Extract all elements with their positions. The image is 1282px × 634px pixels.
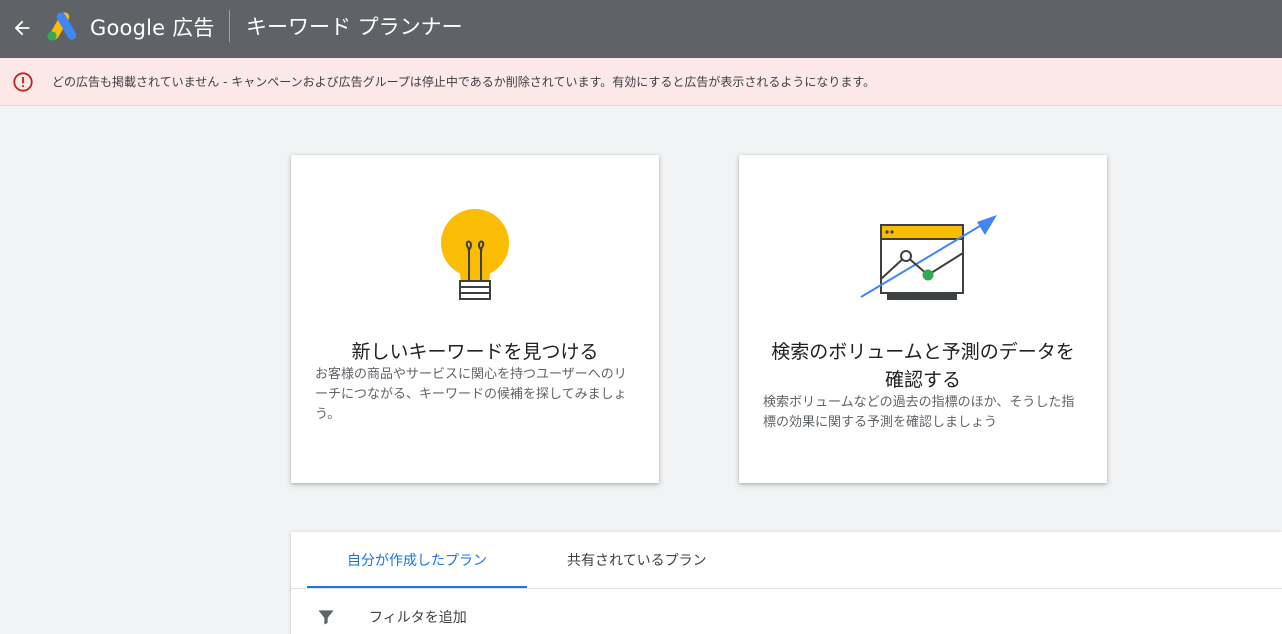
plans-panel: 自分が作成したプラン 共有されているプラン フィルタを追加 (291, 532, 1282, 634)
filter-icon (315, 606, 337, 628)
google-ads-logo-icon (47, 12, 77, 41)
card-title: 検索のボリュームと予測のデータを確認する (771, 341, 1075, 391)
tabs-divider (291, 588, 1282, 589)
error-icon (13, 72, 33, 92)
alert-banner: どの広告も掲載されていません - キャンペーンおよび広告グループは停止中であるか… (0, 58, 1282, 106)
app-header: Google 広告 キーワード プランナー (0, 0, 1282, 58)
search-volume-forecast-card[interactable]: 検索のボリュームと予測のデータを確認する 検索ボリュームなどの過去の指標のほか、… (739, 155, 1107, 483)
plans-tabs: 自分が作成したプラン 共有されているプラン (307, 532, 747, 588)
tab-my-plans[interactable]: 自分が作成したプラン (307, 532, 527, 588)
page-title: キーワード プランナー (246, 15, 463, 39)
arrow-back-icon (14, 20, 30, 36)
card-description: 検索ボリュームなどの過去の指標のほか、そうした指標の効果に関する予測を確認しまし… (763, 395, 1075, 430)
add-filter-button[interactable]: フィルタを追加 (315, 602, 467, 632)
lightbulb-icon (441, 209, 509, 300)
forecast-chart-icon (860, 215, 997, 300)
find-keywords-card[interactable]: 新しいキーワードを見つける お客様の商品やサービスに関心を持つユーザーへのリーチ… (291, 155, 659, 483)
tab-shared-plans[interactable]: 共有されているプラン (527, 532, 747, 588)
brand-name: Google 広告 (90, 16, 215, 40)
back-button[interactable] (8, 14, 36, 42)
card-description: お客様の商品やサービスに関心を持つユーザーへのリーチにつながる、キーワードの候補… (315, 367, 627, 422)
alert-message: どの広告も掲載されていません - キャンペーンおよび広告グループは停止中であるか… (52, 75, 876, 89)
header-divider (229, 10, 230, 42)
add-filter-label: フィルタを追加 (369, 610, 467, 626)
card-title: 新しいキーワードを見つける (351, 341, 599, 363)
